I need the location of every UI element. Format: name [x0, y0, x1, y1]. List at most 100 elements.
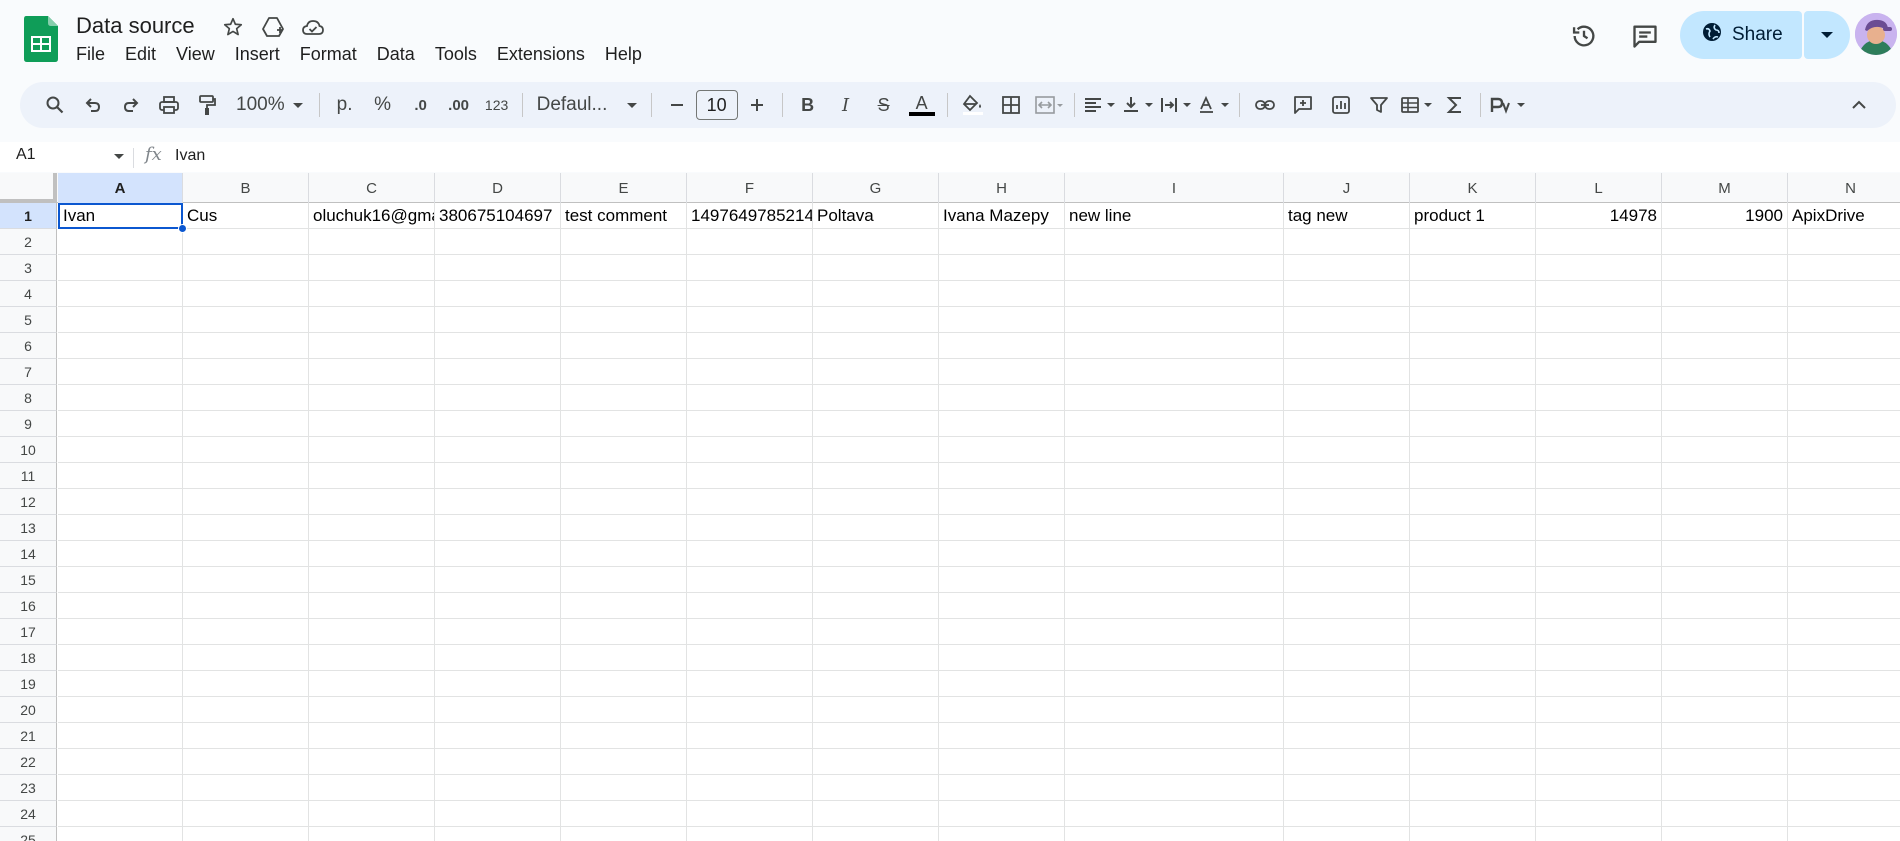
cell-g13[interactable]: [813, 515, 939, 541]
cell-l13[interactable]: [1536, 515, 1662, 541]
cell-b16[interactable]: [183, 593, 309, 619]
row-header-4[interactable]: 4: [0, 281, 57, 307]
cell-m23[interactable]: [1662, 775, 1788, 801]
cell-f9[interactable]: [687, 411, 813, 437]
cell-j17[interactable]: [1284, 619, 1410, 645]
cell-b19[interactable]: [183, 671, 309, 697]
cell-e25[interactable]: [561, 827, 687, 841]
decrease-font-size-icon[interactable]: [660, 88, 694, 122]
cell-b2[interactable]: [183, 229, 309, 255]
cell-k7[interactable]: [1410, 359, 1536, 385]
cell-g14[interactable]: [813, 541, 939, 567]
cell-b13[interactable]: [183, 515, 309, 541]
cell-m16[interactable]: [1662, 593, 1788, 619]
cell-l11[interactable]: [1536, 463, 1662, 489]
cell-f15[interactable]: [687, 567, 813, 593]
cell-j11[interactable]: [1284, 463, 1410, 489]
cell-k3[interactable]: [1410, 255, 1536, 281]
cell-c20[interactable]: [309, 697, 435, 723]
cell-j8[interactable]: [1284, 385, 1410, 411]
cell-a16[interactable]: [58, 593, 183, 619]
row-header-12[interactable]: 12: [0, 489, 57, 515]
cell-c22[interactable]: [309, 749, 435, 775]
cell-a15[interactable]: [58, 567, 183, 593]
column-header-j[interactable]: J: [1284, 173, 1410, 203]
cell-i9[interactable]: [1065, 411, 1284, 437]
cell-g4[interactable]: [813, 281, 939, 307]
row-header-15[interactable]: 15: [0, 567, 57, 593]
cell-l6[interactable]: [1536, 333, 1662, 359]
cell-d18[interactable]: [435, 645, 561, 671]
menu-format[interactable]: Format: [290, 42, 367, 67]
cell-c1[interactable]: oluchuk16@gma: [309, 203, 435, 229]
table-view-icon[interactable]: [1400, 88, 1434, 122]
row-header-2[interactable]: 2: [0, 229, 57, 255]
cell-l7[interactable]: [1536, 359, 1662, 385]
chevron-down-icon[interactable]: [114, 154, 124, 159]
column-header-i[interactable]: I: [1065, 173, 1284, 203]
cell-d21[interactable]: [435, 723, 561, 749]
cell-h17[interactable]: [939, 619, 1065, 645]
cell-n15[interactable]: [1788, 567, 1900, 593]
cell-h14[interactable]: [939, 541, 1065, 567]
cell-h11[interactable]: [939, 463, 1065, 489]
cell-k25[interactable]: [1410, 827, 1536, 841]
zoom-select[interactable]: 100%: [228, 88, 311, 122]
cell-m5[interactable]: [1662, 307, 1788, 333]
menu-insert[interactable]: Insert: [225, 42, 290, 67]
cell-i21[interactable]: [1065, 723, 1284, 749]
cell-b9[interactable]: [183, 411, 309, 437]
cell-j14[interactable]: [1284, 541, 1410, 567]
cell-k4[interactable]: [1410, 281, 1536, 307]
cell-f5[interactable]: [687, 307, 813, 333]
cell-i12[interactable]: [1065, 489, 1284, 515]
cell-d23[interactable]: [435, 775, 561, 801]
cell-b24[interactable]: [183, 801, 309, 827]
cell-l18[interactable]: [1536, 645, 1662, 671]
cell-n9[interactable]: [1788, 411, 1900, 437]
cell-l9[interactable]: [1536, 411, 1662, 437]
cell-e14[interactable]: [561, 541, 687, 567]
cell-j10[interactable]: [1284, 437, 1410, 463]
column-header-n[interactable]: N: [1788, 173, 1900, 203]
cell-m24[interactable]: [1662, 801, 1788, 827]
row-header-13[interactable]: 13: [0, 515, 57, 541]
cell-d19[interactable]: [435, 671, 561, 697]
cell-d11[interactable]: [435, 463, 561, 489]
cell-i24[interactable]: [1065, 801, 1284, 827]
cell-g7[interactable]: [813, 359, 939, 385]
cell-d8[interactable]: [435, 385, 561, 411]
cell-e5[interactable]: [561, 307, 687, 333]
cell-h1[interactable]: Ivana Mazepy: [939, 203, 1065, 229]
cell-m4[interactable]: [1662, 281, 1788, 307]
cell-n20[interactable]: [1788, 697, 1900, 723]
cell-i1[interactable]: new line: [1065, 203, 1284, 229]
cell-h25[interactable]: [939, 827, 1065, 841]
row-header-19[interactable]: 19: [0, 671, 57, 697]
cell-j16[interactable]: [1284, 593, 1410, 619]
menu-file[interactable]: File: [66, 42, 115, 67]
cell-h12[interactable]: [939, 489, 1065, 515]
cell-m3[interactable]: [1662, 255, 1788, 281]
cell-k23[interactable]: [1410, 775, 1536, 801]
row-header-18[interactable]: 18: [0, 645, 57, 671]
vertical-align-icon[interactable]: [1121, 88, 1155, 122]
italic-button[interactable]: I: [829, 88, 863, 122]
cell-f8[interactable]: [687, 385, 813, 411]
cell-l14[interactable]: [1536, 541, 1662, 567]
font-size-input[interactable]: 10: [695, 90, 738, 120]
cell-n1[interactable]: ApixDrive: [1788, 203, 1900, 229]
cell-f7[interactable]: [687, 359, 813, 385]
collapse-menus-icon[interactable]: [1842, 88, 1876, 122]
cell-g1[interactable]: Poltava: [813, 203, 939, 229]
cell-e3[interactable]: [561, 255, 687, 281]
cell-a7[interactable]: [58, 359, 183, 385]
cell-b10[interactable]: [183, 437, 309, 463]
cell-k24[interactable]: [1410, 801, 1536, 827]
column-header-g[interactable]: G: [813, 173, 939, 203]
row-header-9[interactable]: 9: [0, 411, 57, 437]
cell-f19[interactable]: [687, 671, 813, 697]
cell-l5[interactable]: [1536, 307, 1662, 333]
text-wrapping-icon[interactable]: [1159, 88, 1193, 122]
cell-f16[interactable]: [687, 593, 813, 619]
